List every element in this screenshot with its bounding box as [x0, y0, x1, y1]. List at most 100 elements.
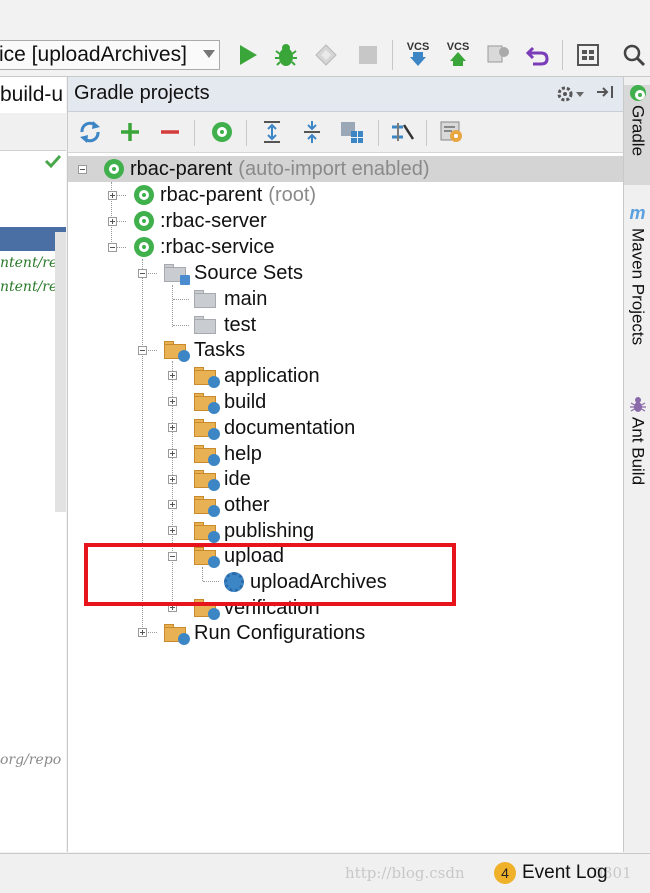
editor-area: build-u ntent/rep ntent/re org/repo	[0, 77, 66, 852]
node-label: rbac-parent	[160, 183, 263, 206]
gradle-icon	[134, 185, 154, 205]
play-icon	[240, 45, 257, 65]
bug-icon	[275, 44, 297, 66]
settings-wrench-icon	[440, 121, 462, 142]
project-structure-button[interactable]	[572, 40, 604, 70]
task-folder-icon	[164, 341, 190, 362]
expand-toggle[interactable]	[168, 526, 177, 535]
vcs-update-button[interactable]: VCS	[402, 40, 434, 70]
gradle-icon	[134, 211, 154, 231]
highlight-annotation-box	[84, 543, 456, 606]
panel-toolbar	[68, 112, 623, 153]
revert-button[interactable]	[522, 40, 554, 70]
tree-node-tasks[interactable]: Tasks	[164, 337, 245, 363]
tree-node-test[interactable]: test	[194, 312, 256, 338]
tree-node-parent-root[interactable]: rbac-parent (root)	[134, 182, 316, 208]
gear-icon[interactable]	[556, 84, 586, 104]
tree-node-task-group[interactable]: documentation	[194, 415, 355, 441]
run-configuration-select[interactable]: ice [uploadArchives]	[0, 40, 220, 70]
tree-node-task-group[interactable]: ide	[194, 466, 251, 492]
tree-node-task-group[interactable]: application	[194, 363, 320, 389]
editor-scrollbar[interactable]	[55, 232, 66, 512]
tree-node-run-configurations[interactable]: Run Configurations	[164, 620, 365, 646]
event-count-badge: 4	[494, 862, 516, 884]
group-modules-button[interactable]	[338, 118, 366, 146]
collapse-toggle[interactable]	[138, 346, 147, 355]
maven-icon: m	[629, 203, 646, 223]
search-icon	[623, 44, 646, 67]
expand-toggle[interactable]	[138, 628, 147, 637]
coverage-button[interactable]	[310, 40, 342, 70]
tree-node-task-group[interactable]: other	[194, 492, 270, 518]
node-label: Tasks	[194, 338, 246, 361]
editor-gutter-header	[0, 113, 66, 151]
expand-toggle[interactable]	[168, 500, 177, 509]
tree-node-task-group[interactable]: build	[194, 389, 266, 415]
node-note: (root)	[268, 183, 317, 206]
gradle-settings-button[interactable]	[438, 118, 466, 146]
expand-toggle[interactable]	[168, 371, 177, 380]
task-folder-icon	[194, 470, 220, 491]
run-button[interactable]	[232, 40, 264, 70]
tree-node-task-group[interactable]: publishing	[194, 518, 314, 544]
ant-tab-label: Ant Build	[628, 417, 648, 486]
tree-node-source-sets[interactable]: Source Sets	[164, 260, 303, 286]
expand-toggle[interactable]	[168, 423, 177, 432]
code-line: ntent/re	[0, 279, 58, 295]
folder-icon	[194, 316, 218, 334]
tree-node-main[interactable]: main	[194, 286, 267, 312]
expand-all-button[interactable]	[258, 118, 286, 146]
gradle-icon	[104, 159, 124, 179]
expand-toggle[interactable]	[168, 449, 177, 458]
node-label: documentation	[224, 416, 356, 439]
main-toolbar: ice [uploadArchives] VCS VCS	[0, 0, 650, 77]
task-folder-icon	[164, 624, 190, 645]
refresh-icon	[80, 121, 100, 143]
hide-panel-icon[interactable]	[595, 84, 617, 104]
refresh-button[interactable]	[76, 118, 104, 146]
editor-tab-label: build-u	[0, 83, 64, 106]
stop-icon	[359, 46, 377, 64]
tree-node-rbac-service[interactable]: :rbac-service	[134, 234, 274, 260]
collapse-toggle[interactable]	[78, 165, 87, 174]
collapse-all-icon	[304, 121, 320, 143]
toggle-offline-button[interactable]	[388, 118, 416, 146]
grid-icon	[577, 44, 599, 66]
offline-icon	[392, 123, 415, 141]
tree-node-rbac-server[interactable]: :rbac-server	[134, 208, 267, 234]
collapse-toggle[interactable]	[108, 243, 117, 252]
arrow-down-icon	[410, 52, 426, 66]
gradle-icon	[629, 85, 646, 101]
stop-button[interactable]	[352, 40, 384, 70]
task-folder-icon	[194, 445, 220, 466]
node-label: publishing	[224, 519, 315, 542]
ant-icon	[629, 397, 646, 412]
node-label: test	[224, 313, 257, 336]
vcs-commit-button[interactable]: VCS	[442, 40, 474, 70]
tree-node-root[interactable]: rbac-parent (auto-import enabled)	[104, 156, 430, 182]
add-project-button[interactable]	[116, 118, 144, 146]
debug-button[interactable]	[270, 40, 302, 70]
tree-node-task-group[interactable]: help	[194, 441, 262, 467]
expand-all-icon	[264, 121, 280, 143]
execute-task-button[interactable]	[208, 118, 236, 146]
check-icon	[44, 154, 62, 169]
collapse-toggle[interactable]	[138, 269, 147, 278]
expand-toggle[interactable]	[168, 397, 177, 406]
chevron-down-icon[interactable]	[203, 50, 215, 58]
node-label: :rbac-service	[160, 235, 275, 258]
event-log-button[interactable]: 4 Event Log	[494, 862, 608, 884]
remove-project-button[interactable]	[156, 118, 184, 146]
expand-toggle[interactable]	[108, 217, 117, 226]
search-button[interactable]	[618, 40, 650, 70]
maven-tool-tab[interactable]: m Maven Projects	[624, 203, 650, 345]
node-label: :rbac-server	[160, 209, 267, 232]
collapse-all-button[interactable]	[298, 118, 326, 146]
expand-toggle[interactable]	[168, 475, 177, 484]
compare-button[interactable]	[482, 40, 514, 70]
gradle-tool-tab[interactable]: Gradle	[624, 85, 650, 185]
editor-tab[interactable]: build-u	[0, 77, 66, 114]
expand-toggle[interactable]	[108, 191, 117, 200]
ant-tool-tab[interactable]: Ant Build	[624, 395, 650, 485]
task-folder-icon	[194, 522, 220, 543]
